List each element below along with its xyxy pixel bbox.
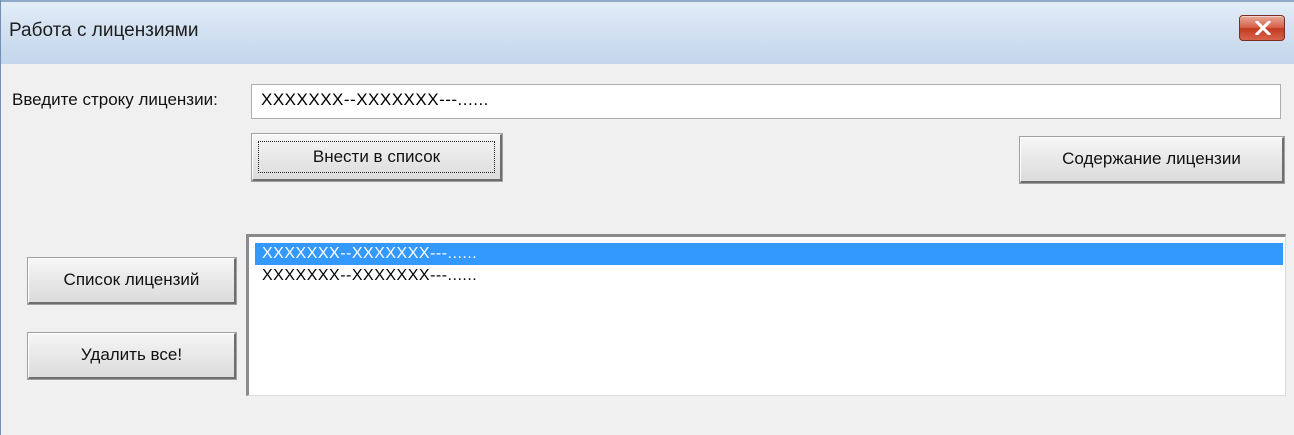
list-item[interactable]: XXXXXXX--XXXXXXX---...... — [255, 243, 1283, 265]
license-dialog-window: Работа с лицензиями Введите строку лицен… — [0, 0, 1294, 435]
window-title: Работа с лицензиями — [9, 20, 199, 41]
list-item[interactable]: XXXXXXX--XXXXXXX---...... — [255, 265, 1283, 287]
close-button[interactable] — [1239, 15, 1285, 41]
license-content-button-label: Содержание лицензии — [1062, 149, 1241, 168]
delete-all-button[interactable]: Удалить все! — [27, 332, 237, 380]
license-listbox[interactable]: XXXXXXX--XXXXXXX---...... XXXXXXX--XXXXX… — [246, 234, 1286, 396]
add-to-list-button[interactable]: Внести в список — [251, 133, 503, 182]
title-bar[interactable]: Работа с лицензиями — [1, 0, 1294, 64]
license-list-button-label: Список лицензий — [63, 270, 200, 289]
license-list-button[interactable]: Список лицензий — [27, 257, 237, 305]
close-icon — [1255, 21, 1271, 35]
add-to-list-button-label: Внести в список — [312, 147, 441, 166]
license-string-label: Введите строку лицензии: — [12, 90, 218, 109]
delete-all-button-label: Удалить все! — [80, 345, 183, 364]
license-content-button[interactable]: Содержание лицензии — [1019, 136, 1285, 184]
license-string-input[interactable]: XXXXXXX--XXXXXXX---...... — [251, 84, 1281, 119]
